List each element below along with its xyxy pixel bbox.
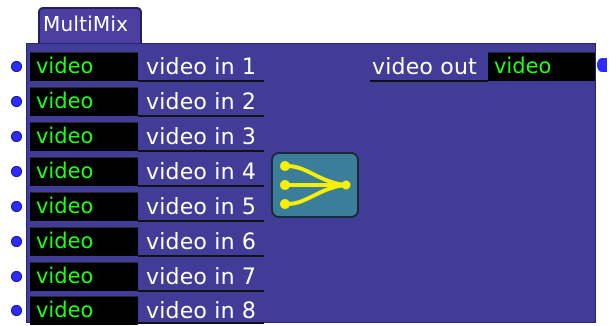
input-port-3[interactable] [11, 131, 22, 142]
input-port-6[interactable] [11, 236, 22, 247]
input-underline-5 [138, 220, 264, 222]
module-canvas: MultiMix video video in 1 video video in… [0, 0, 610, 326]
output-label: video out [372, 55, 477, 80]
input-port-4[interactable] [11, 166, 22, 177]
input-label-4: video in 4 [146, 160, 257, 185]
input-type-5: video [36, 194, 94, 218]
input-port-7[interactable] [11, 271, 22, 282]
input-label-1: video in 1 [146, 55, 257, 80]
input-label-7: video in 7 [146, 265, 257, 290]
input-type-2: video [36, 89, 94, 113]
input-underline-4 [138, 185, 264, 187]
input-label-3: video in 3 [146, 125, 257, 150]
input-type-8: video [36, 298, 94, 322]
input-label-2: video in 2 [146, 90, 257, 115]
output-underline [370, 80, 488, 82]
mix-merge-icon [271, 152, 359, 218]
mix-merge-icon-graphic [280, 161, 351, 209]
input-underline-6 [138, 255, 264, 257]
input-underline-7 [138, 290, 264, 292]
input-port-1[interactable] [11, 61, 22, 72]
input-underline-2 [138, 115, 264, 117]
input-type-4: video [36, 159, 94, 183]
module-title: MultiMix [43, 12, 129, 36]
output-port[interactable] [597, 58, 607, 72]
input-port-2[interactable] [11, 96, 22, 107]
input-type-7: video [36, 264, 94, 288]
input-label-6: video in 6 [146, 230, 257, 255]
input-port-8[interactable] [11, 305, 22, 316]
input-type-3: video [36, 124, 94, 148]
output-type: video [494, 54, 552, 78]
input-type-6: video [36, 229, 94, 253]
input-underline-3 [138, 150, 264, 152]
input-underline-8 [138, 322, 264, 324]
input-type-1: video [36, 54, 94, 78]
input-port-5[interactable] [11, 201, 22, 212]
input-label-5: video in 5 [146, 195, 257, 220]
input-underline-1 [138, 80, 264, 82]
